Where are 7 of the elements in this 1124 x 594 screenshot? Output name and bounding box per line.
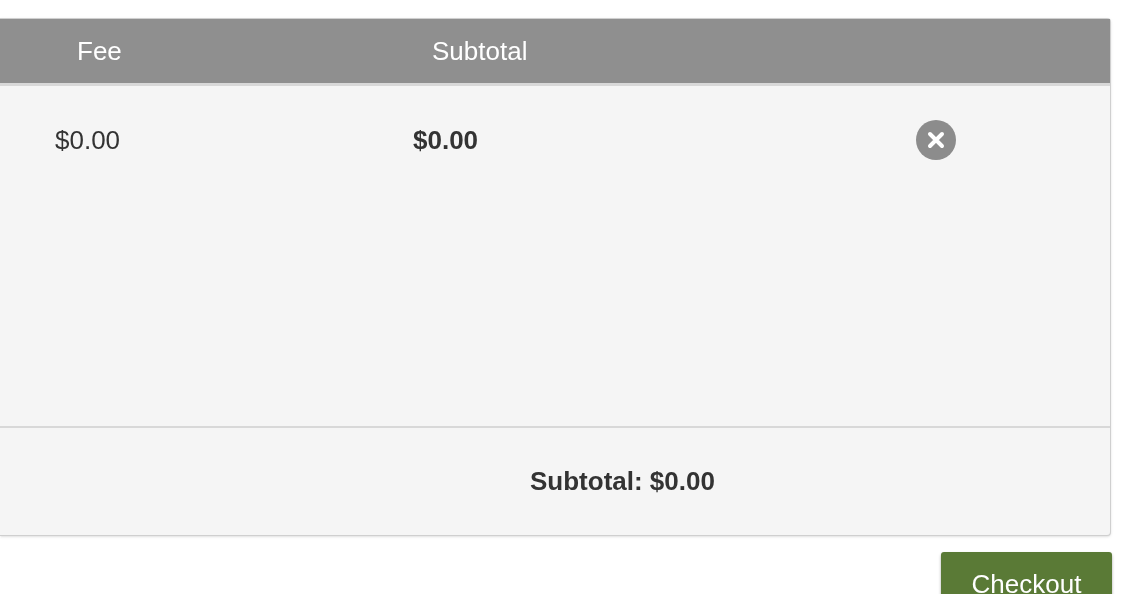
checkout-button[interactable]: Checkout xyxy=(941,552,1112,594)
table-cell-text: $0.00 xyxy=(413,123,480,157)
column-header: Subtotal xyxy=(432,34,528,68)
subtotal-text: Subtotal: $0.00 xyxy=(530,465,715,498)
column-header: Fee xyxy=(77,34,123,68)
remove-icon[interactable] xyxy=(916,120,956,160)
table-cell-text: $0.00 xyxy=(55,123,122,157)
